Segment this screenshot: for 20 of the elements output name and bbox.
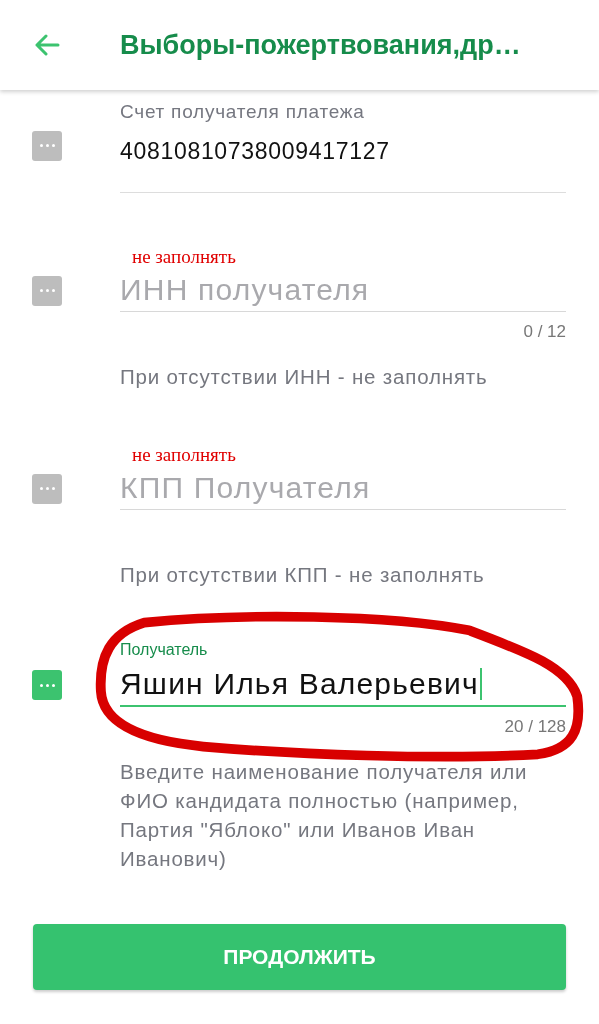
input-field[interactable]: КПП Получателя (120, 467, 566, 510)
field-label: Счет получателя платежа (120, 100, 366, 124)
account-number: 40810810738009417127 (120, 137, 391, 166)
handwritten-note: не заполнять (132, 443, 236, 467)
input-field[interactable]: Яшин Илья Валерьевич (120, 663, 566, 707)
screen-title: Выборы-пожертвования,др… (120, 29, 521, 61)
helper-text: При отсутствии ИНН - не заполнять (119, 364, 489, 390)
helper-text: Введите наименование получателя или ФИО кандидата полностью (например, Партия "Яблоко" или Иванов Иван Иванович) (119, 759, 529, 872)
more-icon[interactable] (32, 130, 62, 161)
character-counter: 0 / 12 (523, 322, 566, 342)
continue-button[interactable]: ПРОДОЛЖИТЬ (33, 924, 566, 990)
more-icon[interactable] (32, 275, 62, 306)
field-label: Получатель (120, 640, 208, 660)
handwritten-note: не заполнять (132, 245, 236, 269)
helper-text: При отсутствии КПП - не заполнять (119, 562, 486, 588)
more-icon[interactable] (32, 670, 62, 700)
input-field[interactable]: ИНН получателя (120, 269, 566, 312)
more-icon[interactable] (32, 473, 62, 504)
back-arrow-icon[interactable] (34, 34, 60, 56)
character-counter: 20 / 128 (504, 717, 566, 737)
